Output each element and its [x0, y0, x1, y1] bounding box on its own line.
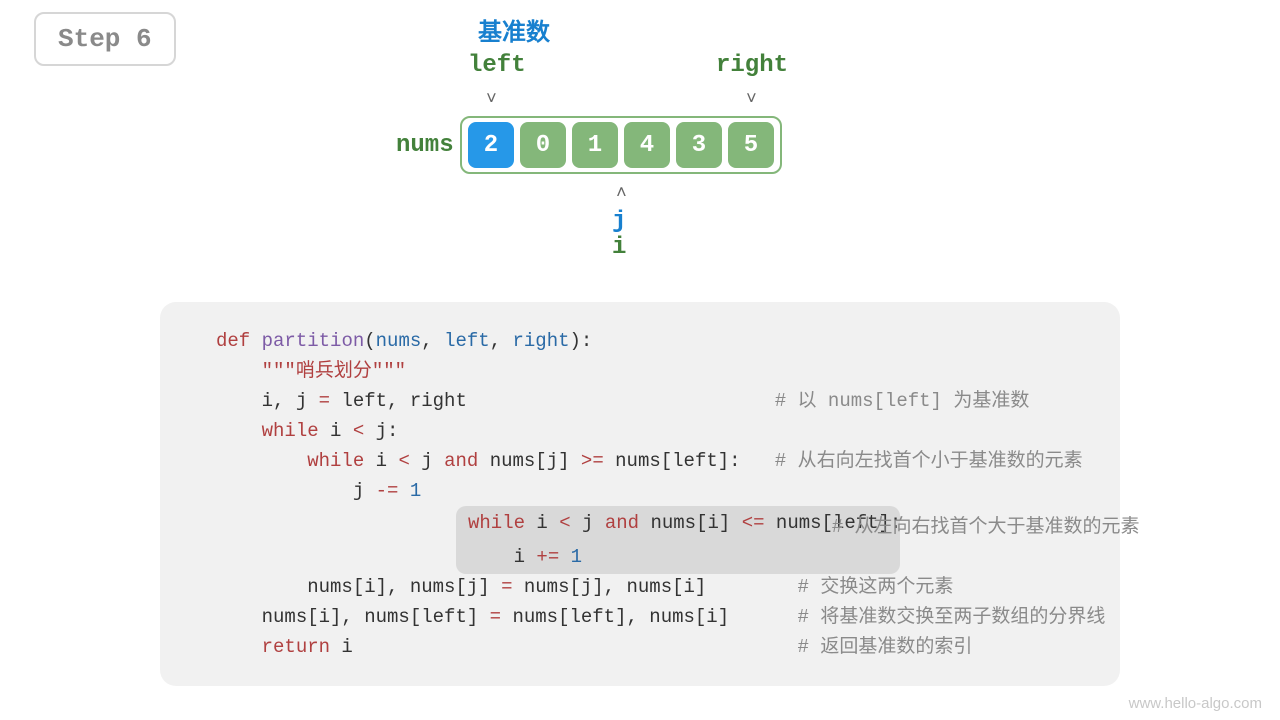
code-line: """哨兵划分""": [160, 356, 1120, 386]
arrow-down-icon: ˅: [486, 90, 497, 110]
array-cell: 2: [468, 122, 514, 168]
code-line: nums[i], nums[j] = nums[j], nums[i] # 交换…: [160, 572, 1120, 602]
nums-label: nums: [396, 132, 454, 159]
array-cell: 5: [728, 122, 774, 168]
array-cell: 4: [624, 122, 670, 168]
code-line: def partition(nums, left, right):: [160, 326, 1120, 356]
i-pointer-label: i: [612, 234, 626, 261]
array-container: 2 0 1 4 3 5: [460, 116, 782, 174]
array-cell: 0: [520, 122, 566, 168]
code-panel: def partition(nums, left, right): """哨兵划…: [160, 302, 1120, 686]
arrow-down-icon: ˅: [746, 90, 757, 110]
left-pointer-label: left: [468, 52, 526, 79]
array-cell: 1: [572, 122, 618, 168]
code-line: while i < j:: [160, 416, 1120, 446]
j-pointer-label: j: [612, 208, 626, 235]
code-line: nums[i], nums[left] = nums[left], nums[i…: [160, 602, 1120, 632]
code-line: i, j = left, right # 以 nums[left] 为基准数: [160, 386, 1120, 416]
code-line: while i < j and nums[j] >= nums[left]: #…: [160, 446, 1120, 476]
watermark: www.hello-algo.com: [1129, 695, 1262, 712]
code-line: j -= 1: [160, 476, 1120, 506]
arrow-up-icon: ˄: [616, 184, 627, 204]
pivot-label: 基准数: [478, 12, 550, 48]
highlighted-code: while i < j and nums[i] <= nums[left]: i…: [456, 506, 900, 574]
code-line: return i # 返回基准数的索引: [160, 632, 1120, 662]
right-pointer-label: right: [716, 52, 788, 79]
array-cell: 3: [676, 122, 722, 168]
step-badge: Step 6: [34, 12, 176, 66]
